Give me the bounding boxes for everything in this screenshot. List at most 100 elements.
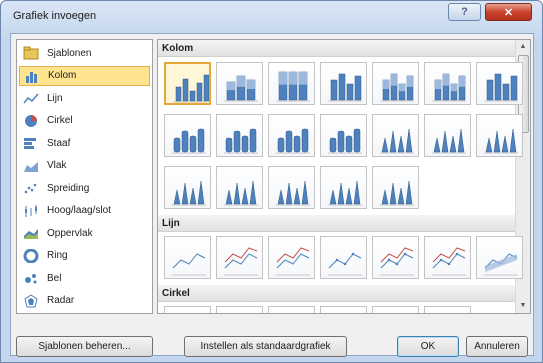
folder-icon — [23, 46, 39, 60]
chart-thumb-100-stacked-line-with-markers[interactable] — [424, 236, 471, 279]
cancel-button[interactable]: Annuleren — [466, 336, 528, 357]
chart-thumb-100-stacked-cone[interactable] — [476, 114, 523, 157]
chart-thumb-3d-cone[interactable] — [164, 166, 211, 209]
help-icon: ? — [461, 6, 468, 18]
category-item-ring[interactable]: Ring — [19, 246, 150, 266]
scatter-chart-icon — [23, 181, 39, 195]
manage-templates-button[interactable]: Sjablonen beheren... — [16, 336, 153, 357]
3d-column-icon — [484, 73, 518, 102]
chart-category-list[interactable]: Sjablonen Kolom Lijn Cirkel Staaf Vlak Spreidi… — [16, 39, 153, 314]
clustered-cone-icon — [380, 128, 414, 154]
scroll-up-icon[interactable]: ▲ — [519, 43, 527, 51]
chart-thumb-3d-100-stacked-column[interactable] — [424, 62, 471, 105]
chart-thumb-100-stacked-cylinder[interactable] — [268, 114, 315, 157]
category-label: Hoog/laag/slot — [47, 205, 111, 216]
stacked-column-icon — [224, 75, 258, 102]
section-header-pie: Cirkel — [158, 285, 516, 302]
chart-thumb-clustered-pyramid[interactable] — [216, 166, 263, 209]
chart-thumb-100-stacked-column[interactable] — [268, 62, 315, 105]
3d-stacked-column-icon — [380, 73, 414, 102]
100-stacked-line-icon — [276, 247, 310, 276]
bar-of-pie-icon — [428, 310, 468, 314]
close-button[interactable]: ✕ — [485, 3, 532, 21]
100-stacked-cone-icon — [484, 128, 518, 154]
section-header-column: Kolom — [158, 40, 516, 57]
3d-exploded-pie-icon — [376, 310, 416, 314]
ok-button[interactable]: OK — [397, 336, 459, 357]
category-label: Sjablonen — [47, 47, 92, 59]
bubble-chart-icon — [23, 271, 39, 285]
category-item-oppervlak[interactable]: Oppervlak — [19, 223, 150, 243]
chart-thumb-3d-pie[interactable] — [216, 306, 263, 314]
category-item-hoog-laag-slot[interactable]: Hoog/laag/slot — [19, 201, 150, 221]
chart-thumb-stacked-column[interactable] — [216, 62, 263, 105]
category-label: Vlak — [47, 160, 67, 171]
category-item-bel[interactable]: Bel — [19, 268, 150, 288]
clustered-cylinder-icon — [172, 128, 206, 154]
stacked-pyramid-icon — [276, 180, 310, 206]
chart-type-gallery[interactable]: Kolom Lijn Cirkel ▲ ▼ — [157, 39, 531, 314]
chart-thumb-line-with-markers[interactable] — [320, 236, 367, 279]
surface-chart-icon — [23, 226, 39, 240]
bar-chart-icon — [23, 136, 39, 150]
chart-thumb-clustered-cylinder[interactable] — [164, 114, 211, 157]
set-default-chart-button[interactable]: Instellen als standaardgrafiek — [184, 336, 347, 357]
category-item-cirkel[interactable]: Cirkel — [19, 111, 150, 131]
scroll-down-icon[interactable]: ▼ — [519, 302, 527, 310]
category-label: Spreiding — [47, 182, 90, 194]
category-item-staaf[interactable]: Staaf — [19, 133, 150, 153]
help-button[interactable]: ? — [448, 3, 481, 21]
chart-thumb-stacked-line-with-markers[interactable] — [372, 236, 419, 279]
category-item-lijn[interactable]: Lijn — [19, 88, 150, 108]
chart-thumb-3d-cylinder[interactable] — [320, 114, 367, 157]
chart-thumb-stacked-cylinder[interactable] — [216, 114, 263, 157]
chart-thumb-3d-stacked-column[interactable] — [372, 62, 419, 105]
category-item-radar[interactable]: Radar — [19, 291, 150, 311]
chart-thumb-bar-of-pie[interactable] — [424, 306, 471, 314]
line-chart-icon — [23, 91, 39, 105]
3d-cone-icon — [172, 180, 206, 206]
title-bar[interactable]: Grafiek invoegen ? ✕ — [1, 1, 542, 33]
chart-thumb-stacked-pyramid[interactable] — [268, 166, 315, 209]
stacked-cylinder-icon — [224, 128, 258, 154]
line-with-markers-icon — [328, 252, 362, 276]
chart-thumb-pie-of-pie[interactable] — [268, 306, 315, 313]
chart-thumb-exploded-pie[interactable] — [320, 306, 367, 314]
chart-thumb-clustered-cone[interactable] — [372, 114, 419, 157]
chart-thumb-3d-clustered-column[interactable] — [320, 62, 367, 105]
category-label: Lijn — [47, 92, 63, 104]
chart-thumb-3d-line[interactable] — [476, 236, 523, 279]
chart-thumb-3d-pyramid[interactable] — [372, 166, 419, 209]
chart-thumb-stacked-line[interactable] — [216, 236, 263, 279]
category-item-sjablonen[interactable]: Sjablonen — [19, 43, 150, 63]
category-item-spreiding[interactable]: Spreiding — [19, 178, 150, 198]
doughnut-chart-icon — [23, 248, 39, 263]
chart-thumb-line[interactable] — [164, 236, 211, 279]
line-icon — [172, 253, 206, 276]
dialog-body: Sjablonen Kolom Lijn Cirkel Staaf Vlak Spreidi… — [10, 33, 534, 357]
3d-pyramid-icon — [380, 180, 414, 206]
area-chart-icon — [23, 159, 39, 173]
100-stacked-line-with-markers-icon — [432, 247, 466, 276]
exploded-pie-icon — [324, 310, 364, 314]
100-stacked-pyramid-icon — [328, 180, 362, 206]
chart-thumb-100-stacked-line[interactable] — [268, 236, 315, 279]
chart-thumb-3d-column[interactable] — [476, 62, 523, 105]
category-label: Staaf — [47, 137, 71, 149]
close-icon: ✕ — [503, 6, 514, 19]
pie-chart-icon — [23, 114, 39, 128]
3d-clustered-column-icon — [328, 73, 362, 102]
category-item-kolom[interactable]: Kolom — [19, 65, 150, 86]
chart-thumb-pie[interactable] — [164, 306, 211, 313]
chart-thumb-stacked-cone[interactable] — [424, 114, 471, 157]
chart-thumb-clustered-column[interactable] — [164, 62, 211, 105]
category-item-vlak[interactable]: Vlak — [19, 156, 150, 176]
3d-pie-icon — [220, 310, 260, 314]
stacked-cone-icon — [432, 128, 466, 154]
100-stacked-column-icon — [276, 71, 310, 102]
3d-cylinder-icon — [328, 128, 362, 154]
3d-line-icon — [484, 253, 518, 276]
chart-thumb-3d-exploded-pie[interactable] — [372, 306, 419, 314]
category-label: Ring — [47, 250, 68, 261]
chart-thumb-100-stacked-pyramid[interactable] — [320, 166, 367, 209]
